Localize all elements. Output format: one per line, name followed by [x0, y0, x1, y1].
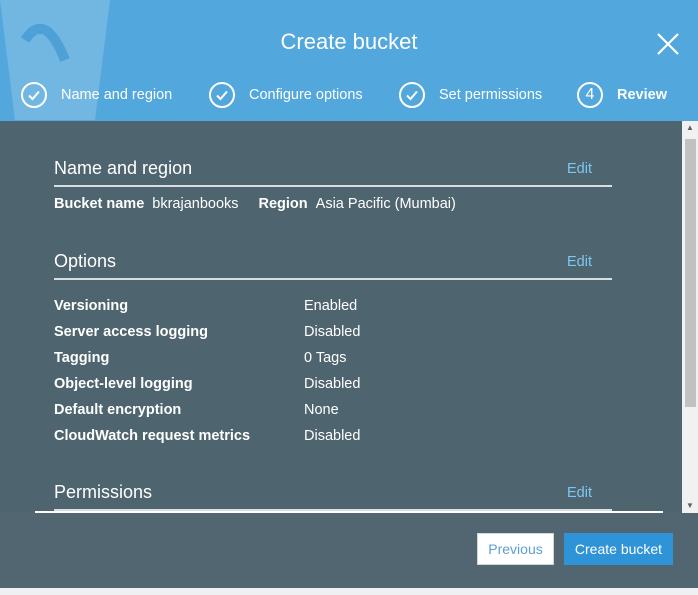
- edit-options-link[interactable]: Edit: [567, 254, 592, 270]
- bucket-summary: Bucket name bkrajanbooks Region Asia Pac…: [54, 196, 456, 212]
- section-heading: Name and region: [54, 158, 193, 178]
- divider: [54, 185, 612, 187]
- option-value: Disabled: [304, 324, 361, 340]
- review-content: Name and region Edit Bucket name bkrajan…: [0, 121, 682, 513]
- edit-permissions-link[interactable]: Edit: [567, 485, 592, 501]
- option-key: Server access logging: [54, 324, 208, 340]
- create-bucket-button[interactable]: Create bucket: [564, 533, 673, 565]
- scroll-down-icon[interactable]: ▼: [682, 499, 698, 513]
- check-icon: [21, 82, 47, 108]
- region-value: Asia Pacific (Mumbai): [315, 196, 456, 212]
- check-icon: [209, 82, 235, 108]
- option-key: Tagging: [54, 350, 110, 366]
- modal-title: Create bucket: [280, 29, 418, 54]
- step-review[interactable]: 4 Review: [577, 82, 667, 108]
- region-label: Region: [258, 196, 308, 212]
- footer-divider: [35, 511, 663, 513]
- background-page-strip: [0, 588, 698, 595]
- step-label: Review: [617, 87, 667, 103]
- option-row-tagging: Tagging 0 Tags: [54, 350, 454, 370]
- option-row-versioning: Versioning Enabled: [54, 298, 454, 318]
- step-configure-options[interactable]: Configure options: [209, 82, 363, 108]
- option-row-cloudwatch-metrics: CloudWatch request metrics Disabled: [54, 428, 454, 448]
- step-label: Configure options: [249, 87, 363, 103]
- modal-header: Create bucket Name and region Configure …: [0, 0, 698, 121]
- step-label: Name and region: [61, 87, 173, 103]
- option-value: Disabled: [304, 428, 361, 444]
- scrollbar-thumb[interactable]: [685, 139, 696, 407]
- option-value: Disabled: [304, 376, 361, 392]
- option-value: None: [304, 402, 339, 418]
- close-icon[interactable]: [656, 32, 680, 56]
- section-heading: Permissions: [54, 482, 153, 502]
- option-row-default-encryption: Default encryption None: [54, 402, 454, 422]
- check-icon: [399, 82, 425, 108]
- step-number-badge: 4: [577, 82, 603, 108]
- option-row-server-access-logging: Server access logging Disabled: [54, 324, 454, 344]
- bucket-name-label: Bucket name: [54, 196, 145, 212]
- edit-name-region-link[interactable]: Edit: [567, 161, 592, 177]
- bucket-name-value: bkrajanbooks: [152, 196, 239, 212]
- option-value: 0 Tags: [304, 350, 347, 366]
- previous-button[interactable]: Previous: [477, 533, 554, 565]
- option-key: Versioning: [54, 298, 129, 314]
- content-scrollbar[interactable]: ▲ ▼: [682, 121, 698, 513]
- step-label: Set permissions: [439, 87, 543, 103]
- option-row-object-level-logging: Object-level logging Disabled: [54, 376, 454, 396]
- step-set-permissions[interactable]: Set permissions: [399, 82, 542, 108]
- option-key: Object-level logging: [54, 376, 193, 392]
- scroll-up-icon[interactable]: ▲: [682, 121, 698, 135]
- section-heading: Options: [54, 251, 117, 271]
- step-name-and-region[interactable]: Name and region: [21, 82, 172, 108]
- option-key: Default encryption: [54, 402, 182, 418]
- option-value: Enabled: [304, 298, 358, 314]
- divider: [54, 278, 612, 280]
- option-key: CloudWatch request metrics: [54, 428, 251, 444]
- step-number: 4: [585, 86, 595, 103]
